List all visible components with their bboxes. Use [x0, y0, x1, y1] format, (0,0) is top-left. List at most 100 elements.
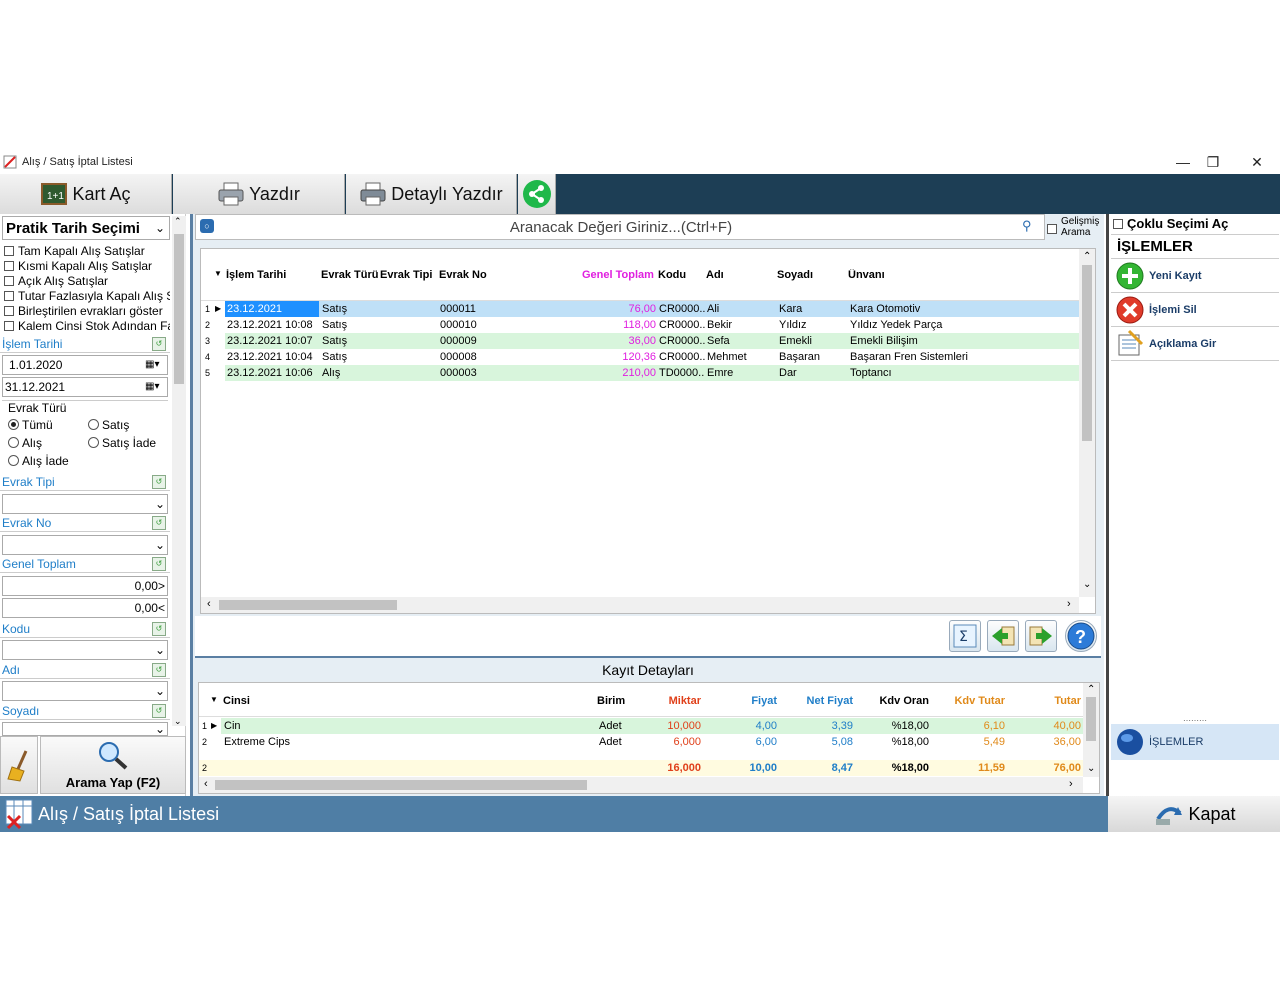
islemi-sil-button[interactable]: İşlemi Sil: [1111, 293, 1279, 327]
col-kodu[interactable]: Kodu: [658, 269, 704, 281]
col-kdv-oran[interactable]: Kdv Oran: [855, 695, 929, 707]
yeni-kayit-button[interactable]: Yeni Kayıt: [1111, 259, 1279, 293]
details-hscroll-thumb[interactable]: [215, 780, 587, 790]
detail-row[interactable]: 1 ▶ Cin Adet 10,000 4,00 3,39 %18,00 6,1…: [199, 718, 1083, 734]
calendar-icon[interactable]: ▦▾: [145, 356, 159, 374]
scroll-up-icon[interactable]: ⌃: [174, 216, 182, 227]
col-unvani[interactable]: Ünvanı: [848, 269, 1048, 281]
kodu-select[interactable]: ⌄: [2, 640, 168, 660]
col-tutar[interactable]: Tutar: [1007, 695, 1081, 707]
col-evrak-turu[interactable]: Evrak Türü: [321, 269, 379, 281]
search-bar[interactable]: ○ Aranacak Değeri Giriniz...(Ctrl+F) ⚲: [195, 214, 1045, 240]
checkbox[interactable]: [1113, 219, 1123, 229]
clear-filter-icon[interactable]: ↺: [152, 516, 166, 530]
soyadi-select[interactable]: ⌄: [2, 722, 168, 736]
table-row[interactable]: 3 23.12.2021 10:07 Satış 000009 36,00 CR…: [201, 333, 1079, 349]
clear-filter-icon[interactable]: ↺: [152, 475, 166, 489]
detayli-yazdir-button[interactable]: Detaylı Yazdır: [346, 174, 517, 214]
search-button[interactable]: Arama Yap (F2): [40, 736, 186, 794]
scroll-left-icon[interactable]: ‹: [207, 598, 211, 610]
next-button[interactable]: [1025, 620, 1057, 652]
option-birlestirilen[interactable]: Birleştirilen evrakları göster: [4, 304, 170, 319]
help-button[interactable]: ?: [1065, 620, 1097, 652]
date-to-field[interactable]: 31.12.2021 ▦▾: [2, 377, 168, 397]
gelismis-arama-toggle[interactable]: Gelişmiş Arama: [1047, 216, 1101, 240]
col-soyadi[interactable]: Soyadı: [777, 269, 847, 281]
yazdir-button[interactable]: Yazdır: [173, 174, 345, 214]
scroll-down-icon[interactable]: ⌄: [1087, 763, 1095, 774]
adi-select[interactable]: ⌄: [2, 681, 168, 701]
detail-row[interactable]: 2 Extreme Cips Adet 6,000 6,00 5,08 %18,…: [199, 734, 1083, 750]
sort-icon[interactable]: ▼: [210, 695, 218, 704]
col-kdv-tutar[interactable]: Kdv Tutar: [931, 695, 1005, 707]
col-cinsi[interactable]: Cinsi: [223, 695, 373, 707]
col-adi[interactable]: Adı: [706, 269, 776, 281]
close-button[interactable]: ✕: [1234, 152, 1280, 174]
sum-button[interactable]: Σ: [949, 620, 981, 652]
genel-toplam-max-field[interactable]: 0,00<: [2, 598, 168, 618]
details-hscroll[interactable]: ‹ ›: [199, 777, 1083, 793]
scroll-down-icon[interactable]: ⌄: [174, 716, 182, 727]
clear-all-button[interactable]: [0, 736, 38, 794]
sort-icon[interactable]: ▼: [214, 269, 222, 278]
radio-satis[interactable]: Satış: [88, 418, 129, 432]
scroll-up-icon[interactable]: ⌃: [1087, 684, 1095, 695]
left-scrollbar[interactable]: ⌃ ⌄: [172, 216, 186, 726]
evrak-tipi-select[interactable]: ⌄: [2, 494, 168, 514]
checkbox[interactable]: [4, 306, 14, 316]
restore-button[interactable]: ❐: [1190, 152, 1236, 174]
col-evrak-tipi[interactable]: Evrak Tipi: [380, 269, 438, 281]
scroll-left-icon[interactable]: ‹: [204, 778, 208, 790]
grid-hscroll[interactable]: ‹ ›: [201, 597, 1079, 613]
checkbox[interactable]: [4, 246, 14, 256]
scroll-down-icon[interactable]: ⌄: [1083, 579, 1091, 590]
previous-button[interactable]: [987, 620, 1019, 652]
details-vscroll[interactable]: ⌃ ⌄: [1083, 683, 1099, 777]
grid-vscroll[interactable]: ⌃ ⌄: [1079, 249, 1095, 597]
pratik-tarih-dropdown[interactable]: Pratik Tarih Seçimi ⌄: [2, 216, 170, 240]
panel-grip[interactable]: ⋯⋯⋯: [1111, 717, 1279, 725]
left-scroll-thumb[interactable]: [174, 234, 184, 384]
evrak-no-select[interactable]: ⌄: [2, 535, 168, 555]
clear-filter-icon[interactable]: ↺: [152, 704, 166, 718]
date-from-field[interactable]: 1.01.2020 ▦▾: [2, 355, 168, 375]
details-vscroll-thumb[interactable]: [1086, 697, 1096, 741]
splitter[interactable]: [195, 656, 1101, 658]
table-row[interactable]: 1 ▶ 23.12.2021 Satış 000011 76,00 CR0000…: [201, 301, 1079, 317]
search-icon[interactable]: ⚲: [1022, 218, 1032, 234]
radio-satis-iade[interactable]: Satış İade: [88, 436, 156, 450]
calendar-icon[interactable]: ▦▾: [145, 378, 159, 396]
col-fiyat[interactable]: Fiyat: [703, 695, 777, 707]
col-birim[interactable]: Birim: [597, 695, 627, 707]
kart-ac-button[interactable]: 1+1 Kart Aç: [0, 174, 172, 214]
share-button[interactable]: [518, 174, 556, 214]
radio-tumu[interactable]: Tümü: [8, 418, 53, 432]
checkbox[interactable]: [4, 276, 14, 286]
kapat-button[interactable]: Kapat: [1108, 796, 1280, 832]
coklu-secim-toggle[interactable]: Çoklu Seçimi Aç: [1113, 216, 1279, 232]
aciklama-gir-button[interactable]: Açıklama Gir: [1111, 327, 1279, 361]
scroll-right-icon[interactable]: ›: [1067, 598, 1071, 610]
scroll-right-icon[interactable]: ›: [1069, 778, 1073, 790]
checkbox[interactable]: [1047, 224, 1057, 234]
checkbox[interactable]: [4, 261, 14, 271]
table-row[interactable]: 5 23.12.2021 10:06 Alış 000003 210,00 TD…: [201, 365, 1079, 381]
radio-alis-iade[interactable]: Alış İade: [8, 454, 69, 468]
col-miktar[interactable]: Miktar: [629, 695, 701, 707]
radio-alis[interactable]: Alış: [8, 436, 42, 450]
col-evrak-no[interactable]: Evrak No: [439, 269, 579, 281]
genel-toplam-min-field[interactable]: 0,00>: [2, 576, 168, 596]
table-row[interactable]: 2 23.12.2021 10:08 Satış 000010 118,00 C…: [201, 317, 1079, 333]
grid-hscroll-thumb[interactable]: [219, 600, 397, 610]
checkbox[interactable]: [4, 321, 14, 331]
grid-vscroll-thumb[interactable]: [1082, 265, 1092, 441]
option-acik[interactable]: Açık Alış Satışlar: [4, 274, 170, 289]
option-tutar-fazlasiyla[interactable]: Tutar Fazlasıyla Kapalı Alış S: [4, 289, 170, 304]
search-input[interactable]: Aranacak Değeri Giriniz...(Ctrl+F): [196, 219, 1046, 236]
clear-filter-icon[interactable]: ↺: [152, 663, 166, 677]
islemler-tab[interactable]: İŞLEMLER: [1111, 724, 1279, 760]
col-net-fiyat[interactable]: Net Fiyat: [779, 695, 853, 707]
clear-filter-icon[interactable]: ↺: [152, 557, 166, 571]
col-islem-tarihi[interactable]: İşlem Tarihi: [226, 269, 318, 281]
option-tam-kapali[interactable]: Tam Kapalı Alış Satışlar: [4, 244, 170, 259]
